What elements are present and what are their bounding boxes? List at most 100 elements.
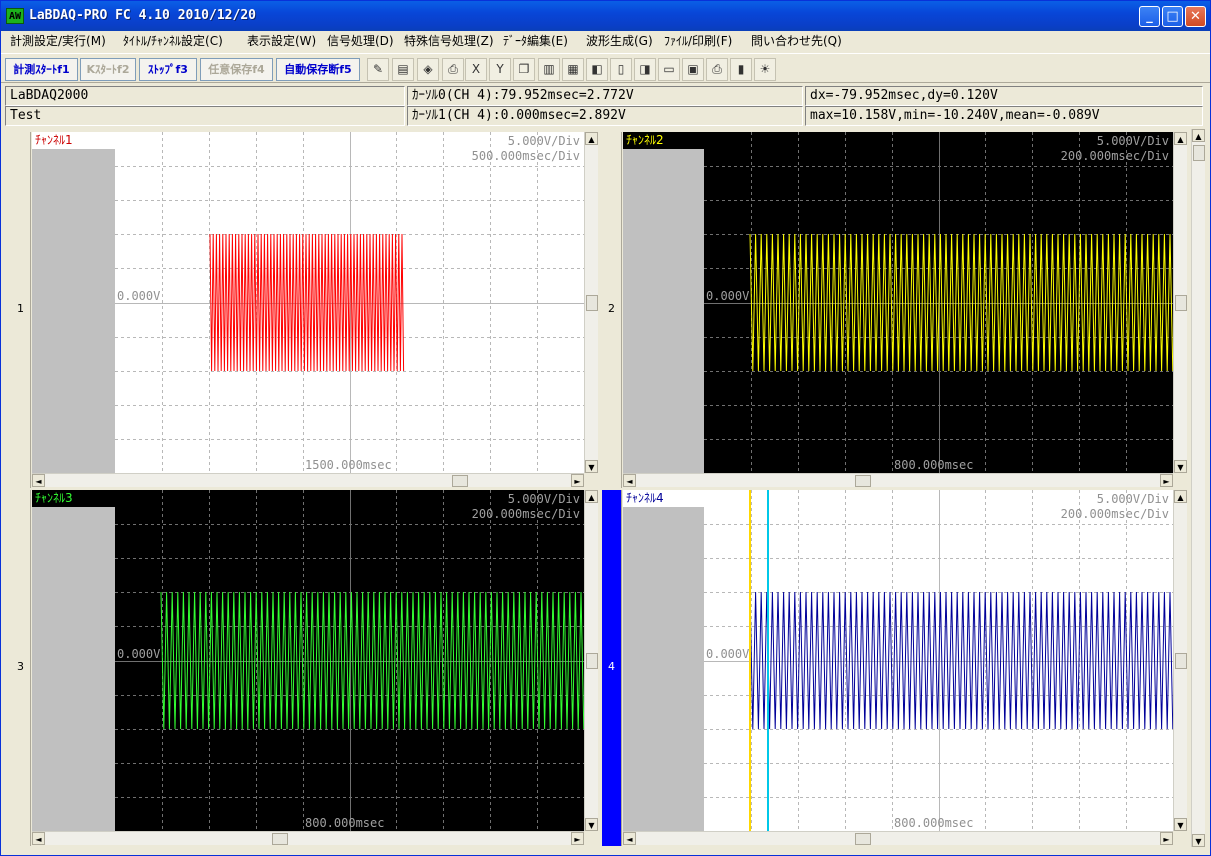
- scroll-down-icon[interactable]: ▼: [1174, 818, 1187, 831]
- info-row-1: LaBDAQ2000 ｶｰｿﾙ0(CH 4):79.952msec=2.772V…: [1, 86, 1210, 106]
- scroll-up-icon[interactable]: ▲: [585, 490, 598, 503]
- scroll-thumb[interactable]: [1175, 653, 1187, 669]
- scroll-thumb[interactable]: [1193, 145, 1205, 161]
- device-name: LaBDAQ2000: [5, 86, 405, 106]
- channel-index: 4: [608, 660, 615, 673]
- pane-vertical-scrollbar[interactable]: ▲ ▼: [1173, 132, 1187, 473]
- maximize-button[interactable]: □: [1162, 6, 1183, 27]
- gauge-icon[interactable]: ▮: [730, 58, 752, 81]
- close-button[interactable]: ✕: [1185, 6, 1206, 27]
- pane-vertical-scrollbar[interactable]: ▲ ▼: [584, 490, 598, 831]
- pane-horizontal-scrollbar[interactable]: ◄ ►: [32, 473, 584, 487]
- minimize-button[interactable]: _: [1139, 6, 1160, 27]
- time-position-label: 800.000msec: [305, 816, 385, 830]
- channel-label[interactable]: ﾁｬﾝﾈﾙ1: [32, 132, 115, 149]
- floppy-save-icon[interactable]: ▣: [682, 58, 704, 81]
- scroll-left-icon[interactable]: ◄: [32, 474, 45, 487]
- menu-title-channel[interactable]: ﾀｲﾄﾙ/ﾁｬﾝﾈﾙ設定(C): [123, 33, 223, 49]
- channel-side-panel: [32, 132, 115, 473]
- scroll-up-icon[interactable]: ▲: [585, 132, 598, 145]
- scroll-thumb[interactable]: [586, 653, 598, 669]
- scroll-thumb[interactable]: [586, 295, 598, 311]
- stop-button[interactable]: ｽﾄｯﾌﾟf3: [139, 58, 197, 81]
- scroll-up-icon[interactable]: ▲: [1192, 129, 1205, 142]
- pane-vertical-scrollbar[interactable]: ▲ ▼: [584, 132, 598, 473]
- menu-file-print[interactable]: ﾌｧｲﾙ/印刷(F): [664, 33, 732, 49]
- time-per-div: 200.000msec/Div: [1060, 149, 1169, 163]
- x-axis-icon[interactable]: X: [465, 58, 487, 81]
- scroll-down-icon[interactable]: ▼: [1192, 834, 1205, 847]
- pane-horizontal-scrollbar[interactable]: ◄ ►: [623, 831, 1173, 845]
- folder-open-icon[interactable]: ▭: [658, 58, 680, 81]
- waveform-plot[interactable]: 5.000V/Div 200.000msec/Div 0.000V 800.000ms…: [115, 490, 584, 831]
- channel-label[interactable]: ﾁｬﾝﾈﾙ4: [623, 490, 704, 507]
- start-button[interactable]: 計測ｽﾀｰﾄf1: [5, 58, 78, 81]
- pane-vertical-scrollbar[interactable]: ▲ ▼: [1173, 490, 1187, 831]
- scroll-down-icon[interactable]: ▼: [585, 460, 598, 473]
- scroll-right-icon[interactable]: ►: [571, 832, 584, 845]
- book-icon[interactable]: ▥: [538, 58, 560, 81]
- printer-icon[interactable]: ⎙: [442, 58, 464, 81]
- pencil-icon[interactable]: ✎: [367, 58, 389, 81]
- calc-icon[interactable]: ▦: [562, 58, 584, 81]
- volts-per-div: 5.000V/Div: [1096, 492, 1169, 506]
- pane-horizontal-scrollbar[interactable]: ◄ ►: [623, 473, 1173, 487]
- lightbulb-icon[interactable]: ☀: [754, 58, 776, 81]
- window-title: LaBDAQ-PRO FC 4.10 2010/12/20: [29, 8, 256, 23]
- scroll-up-icon[interactable]: ▲: [1174, 132, 1187, 145]
- y-axis-icon[interactable]: Y: [489, 58, 511, 81]
- waveform-plot[interactable]: 5.000V/Div 200.000msec/Div 0.000V 800.000ms…: [704, 490, 1173, 831]
- menu-signal[interactable]: 信号処理(D): [327, 33, 394, 49]
- title-bar[interactable]: AW LaBDAQ-PRO FC 4.10 2010/12/20 _ □ ✕: [1, 1, 1210, 31]
- scroll-left-icon[interactable]: ◄: [623, 832, 636, 845]
- scroll-thumb[interactable]: [1175, 295, 1187, 311]
- waveform-svg: [115, 490, 584, 831]
- zero-level-label: 0.000V: [706, 647, 750, 661]
- menu-special-signal[interactable]: 特殊信号処理(Z): [404, 33, 494, 49]
- volts-per-div: 5.000V/Div: [1096, 134, 1169, 148]
- scroll-left-icon[interactable]: ◄: [32, 832, 45, 845]
- channel-row-header[interactable]: 1: [11, 132, 31, 488]
- menu-measure[interactable]: 計測設定/実行(M): [10, 33, 106, 49]
- eraser-icon[interactable]: ◈: [417, 58, 439, 81]
- scroll-left-icon[interactable]: ◄: [623, 474, 636, 487]
- scroll-right-icon[interactable]: ►: [1160, 474, 1173, 487]
- channel-row-header[interactable]: 3: [11, 490, 31, 846]
- main-vertical-scrollbar[interactable]: ▲ ▼: [1191, 129, 1205, 847]
- scroll-thumb[interactable]: [272, 833, 288, 845]
- scroll-right-icon[interactable]: ►: [571, 474, 584, 487]
- pane-horizontal-scrollbar[interactable]: ◄ ►: [32, 831, 584, 845]
- menu-display[interactable]: 表示設定(W): [247, 33, 316, 49]
- channel-label[interactable]: ﾁｬﾝﾈﾙ2: [623, 132, 704, 149]
- channel-pane-1: 1 ﾁｬﾝﾈﾙ1 5.000V/Div 500.000msec/Div 0.000V 15…: [11, 132, 598, 488]
- save-any-button[interactable]: 任意保存f4: [200, 58, 273, 81]
- channel-index: 1: [17, 302, 24, 315]
- time-per-div: 500.000msec/Div: [471, 149, 580, 163]
- print-preview-icon[interactable]: ⎙: [706, 58, 728, 81]
- test-name: Test: [5, 106, 405, 126]
- screen-icon[interactable]: ▤: [392, 58, 414, 81]
- menu-data-edit[interactable]: ﾃﾞｰﾀ編集(E): [503, 33, 568, 49]
- scroll-down-icon[interactable]: ▼: [585, 818, 598, 831]
- channel-row-header[interactable]: 2: [602, 132, 622, 488]
- scroll-thumb[interactable]: [855, 833, 871, 845]
- menu-contact[interactable]: 問い合わせ先(Q): [751, 33, 842, 49]
- channel-pane-4: 4 ﾁｬﾝﾈﾙ4 5.000V/Div 200.000msec/Div 0.000V 80…: [602, 490, 1188, 846]
- chart-icon[interactable]: ◧: [586, 58, 608, 81]
- scroll-down-icon[interactable]: ▼: [1174, 460, 1187, 473]
- scroll-up-icon[interactable]: ▲: [1174, 490, 1187, 503]
- kstart-button[interactable]: Kｽﾀｰﾄf2: [80, 58, 136, 81]
- scroll-right-icon[interactable]: ►: [1160, 832, 1173, 845]
- menu-waveform[interactable]: 波形生成(G): [586, 33, 653, 49]
- copy-icon[interactable]: ❐: [513, 58, 535, 81]
- channel-row-header[interactable]: 4: [602, 490, 622, 846]
- auto-save-off-button[interactable]: 自動保存断f5: [276, 58, 360, 81]
- toolbar: 計測ｽﾀｰﾄf1 Kｽﾀｰﾄf2 ｽﾄｯﾌﾟf3 任意保存f4 自動保存断f5 …: [1, 53, 1210, 83]
- scroll-thumb[interactable]: [855, 475, 871, 487]
- page-icon[interactable]: ▯: [610, 58, 632, 81]
- waveform-plot[interactable]: 5.000V/Div 200.000msec/Div 0.000V 800.000ms…: [704, 132, 1173, 473]
- channel-label[interactable]: ﾁｬﾝﾈﾙ3: [32, 490, 115, 507]
- paste-icon[interactable]: ◨: [634, 58, 656, 81]
- scroll-thumb[interactable]: [452, 475, 468, 487]
- waveform-plot[interactable]: 5.000V/Div 500.000msec/Div 0.000V 1500.000m…: [115, 132, 584, 473]
